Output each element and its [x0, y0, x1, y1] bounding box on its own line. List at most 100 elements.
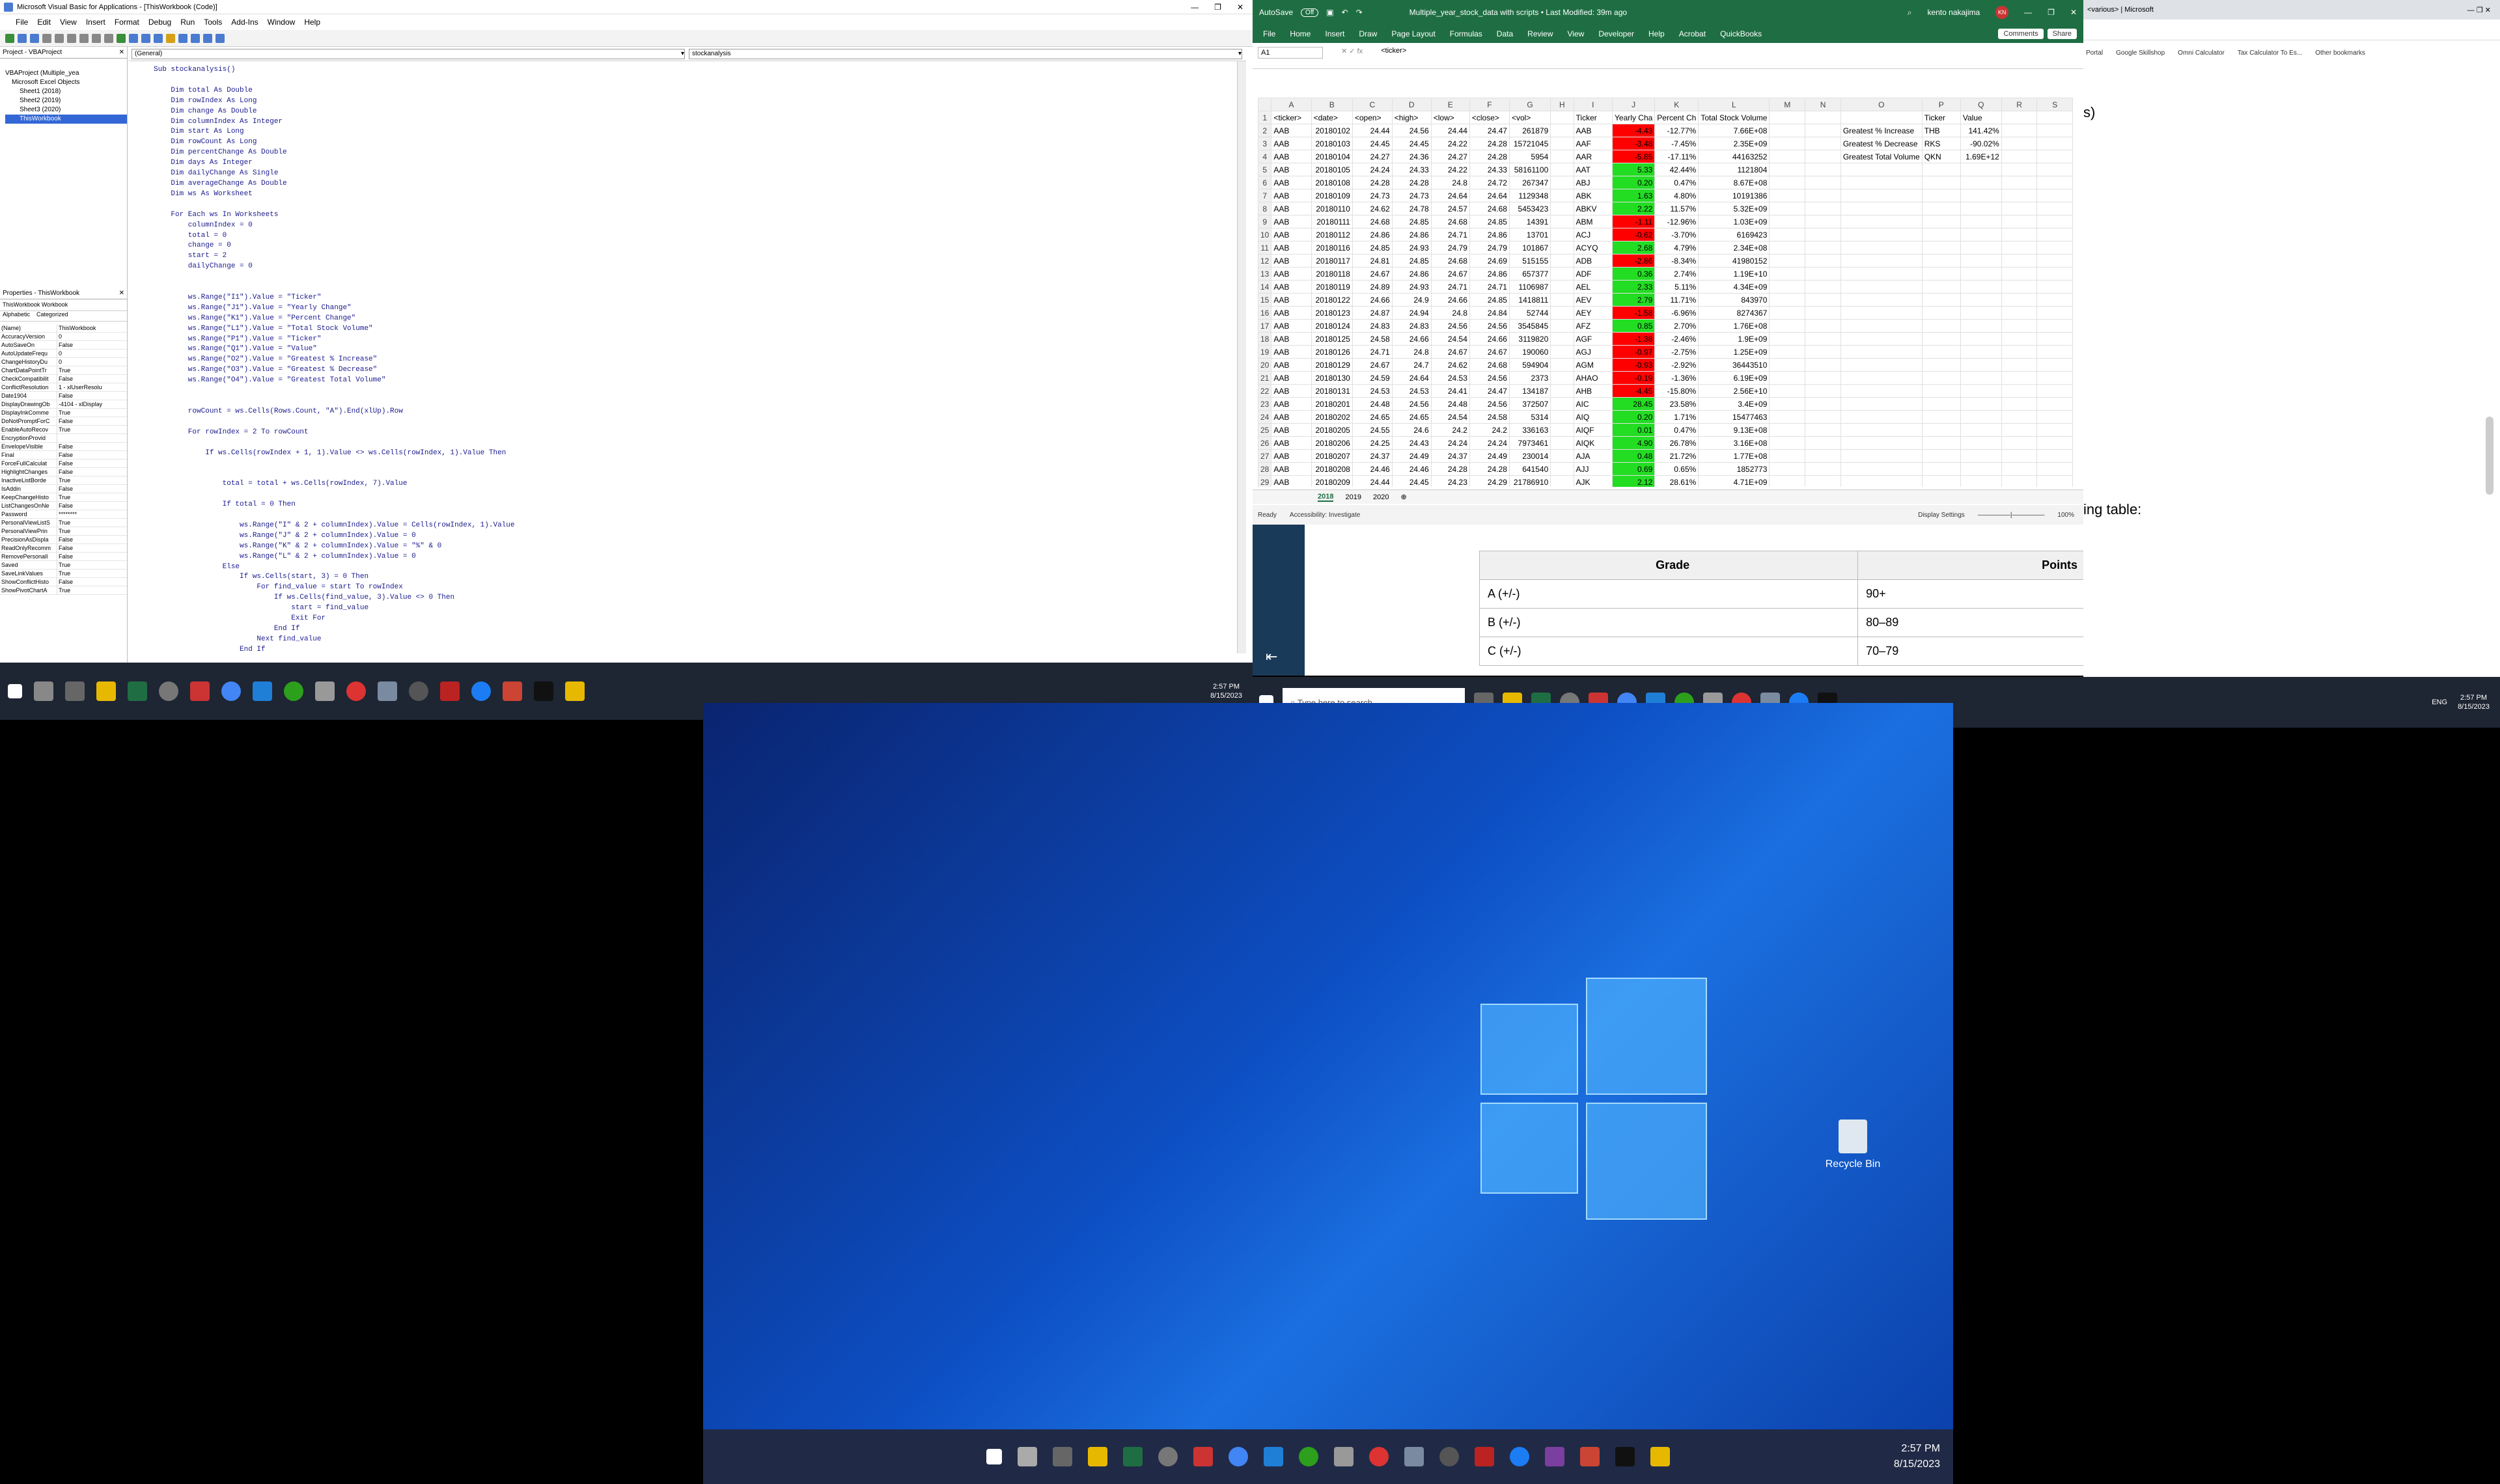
- cell[interactable]: 24.86: [1352, 228, 1393, 241]
- cell[interactable]: 24.47: [1469, 124, 1510, 137]
- cell[interactable]: 1852773: [1698, 462, 1770, 476]
- cell[interactable]: AJJ: [1573, 462, 1613, 476]
- column-header[interactable]: L: [1698, 98, 1770, 111]
- cell[interactable]: 3119820: [1508, 332, 1551, 346]
- cell[interactable]: [2036, 163, 2073, 176]
- cell[interactable]: [1550, 280, 1574, 294]
- column-header[interactable]: F: [1469, 98, 1510, 111]
- cell[interactable]: 24.28: [1469, 137, 1510, 150]
- cell[interactable]: [2036, 228, 2073, 241]
- property-row[interactable]: CheckCompatibilit False: [0, 375, 127, 383]
- cell[interactable]: [1921, 176, 1961, 189]
- cell[interactable]: [1921, 215, 1961, 228]
- cell[interactable]: 24.71: [1352, 345, 1393, 359]
- cell[interactable]: AIC: [1573, 397, 1613, 411]
- cell[interactable]: 24.24: [1430, 436, 1470, 450]
- cell[interactable]: [1805, 163, 1841, 176]
- cell[interactable]: AAB: [1271, 332, 1312, 346]
- cell[interactable]: 24.64: [1430, 189, 1470, 202]
- cell[interactable]: 24.67: [1469, 345, 1510, 359]
- cell[interactable]: -0.62: [1612, 228, 1656, 241]
- cell[interactable]: 24.56: [1430, 319, 1470, 333]
- cell[interactable]: Yearly Cha: [1612, 111, 1656, 124]
- cell[interactable]: AAB: [1271, 358, 1312, 372]
- browser-scrollbar[interactable]: [2486, 417, 2493, 495]
- cell[interactable]: 44163252: [1698, 150, 1770, 163]
- cell[interactable]: AJK: [1573, 475, 1613, 487]
- cell[interactable]: AAB: [1271, 397, 1312, 411]
- cell[interactable]: 515155: [1508, 254, 1551, 268]
- cell[interactable]: [2001, 319, 2038, 333]
- app-icon[interactable]: [315, 681, 335, 701]
- cell[interactable]: -2.86: [1612, 254, 1656, 268]
- row-number[interactable]: 10: [1258, 228, 1272, 241]
- cell[interactable]: AAB: [1271, 150, 1312, 163]
- cell[interactable]: [1550, 371, 1574, 385]
- cell[interactable]: [1769, 397, 1806, 411]
- cell[interactable]: [1805, 241, 1841, 254]
- cell[interactable]: [1805, 449, 1841, 463]
- cell[interactable]: ABKV: [1573, 202, 1613, 215]
- fx-icon[interactable]: ✕ ✓ fx: [1341, 47, 1363, 55]
- cell[interactable]: [2036, 280, 2073, 294]
- cell[interactable]: [1769, 137, 1806, 150]
- property-row[interactable]: ListChangesOnNe False: [0, 502, 127, 510]
- cell[interactable]: [1840, 371, 1923, 385]
- row-number[interactable]: 6: [1258, 176, 1272, 189]
- cell[interactable]: [1769, 332, 1806, 346]
- search-icon[interactable]: ⌕: [1908, 8, 1912, 18]
- cell[interactable]: 0.85: [1612, 319, 1656, 333]
- chrome-profile-icon[interactable]: [1369, 1447, 1389, 1466]
- cell[interactable]: [1840, 306, 1923, 320]
- cell[interactable]: 0.20: [1612, 410, 1656, 424]
- cell[interactable]: [1769, 293, 1806, 307]
- recycle-bin[interactable]: Recycle Bin: [1820, 1120, 1885, 1170]
- cell[interactable]: [1550, 293, 1574, 307]
- cell[interactable]: [1960, 228, 2002, 241]
- terminal-icon[interactable]: [534, 681, 553, 701]
- cell[interactable]: [1805, 345, 1841, 359]
- cell[interactable]: [1840, 280, 1923, 294]
- cell[interactable]: 24.94: [1391, 306, 1432, 320]
- cell[interactable]: -1.38: [1612, 332, 1656, 346]
- column-header[interactable]: H: [1550, 98, 1574, 111]
- cell[interactable]: 24.73: [1391, 189, 1432, 202]
- close-icon[interactable]: ✕: [1237, 3, 1243, 12]
- cell[interactable]: AIQF: [1573, 423, 1613, 437]
- cell[interactable]: 21786910: [1508, 475, 1551, 487]
- row-number[interactable]: 15: [1258, 293, 1272, 307]
- cell[interactable]: 24.22: [1430, 163, 1470, 176]
- cell[interactable]: AAB: [1271, 345, 1312, 359]
- cell[interactable]: 24.86: [1391, 228, 1432, 241]
- reset-icon[interactable]: [141, 33, 150, 43]
- help-icon[interactable]: [215, 33, 225, 43]
- cell[interactable]: AHB: [1573, 384, 1613, 398]
- cell[interactable]: [1805, 384, 1841, 398]
- property-value[interactable]: False: [57, 485, 73, 493]
- task-view-icon[interactable]: [65, 681, 85, 701]
- property-row[interactable]: EncryptionProvid: [0, 434, 127, 443]
- cell[interactable]: [2001, 215, 2038, 228]
- cell[interactable]: 20180202: [1311, 410, 1353, 424]
- cell[interactable]: AAB: [1271, 176, 1312, 189]
- vbe-menu-item[interactable]: File: [16, 18, 28, 27]
- zoom-icon[interactable]: [471, 681, 491, 701]
- redo-icon[interactable]: ↷: [1356, 8, 1363, 17]
- quickbooks-icon[interactable]: [1299, 1447, 1318, 1466]
- cell[interactable]: 843970: [1698, 293, 1770, 307]
- cell[interactable]: [2036, 397, 2073, 411]
- cell[interactable]: [1960, 436, 2002, 450]
- cell[interactable]: 24.37: [1352, 449, 1393, 463]
- cell[interactable]: [2001, 293, 2038, 307]
- bookmark-item[interactable]: Other bookmarks: [2315, 49, 2365, 57]
- bookmark-item[interactable]: Portal: [2086, 49, 2103, 57]
- cell[interactable]: [1805, 254, 1841, 268]
- cell[interactable]: [1805, 371, 1841, 385]
- desktop-clock[interactable]: 2:57 PM 8/15/2023: [1894, 1441, 1940, 1472]
- cell[interactable]: [1921, 241, 1961, 254]
- cell[interactable]: [1550, 306, 1574, 320]
- cell[interactable]: [2036, 410, 2073, 424]
- cell[interactable]: -2.92%: [1654, 358, 1699, 372]
- cell[interactable]: AAB: [1573, 124, 1613, 137]
- row-number[interactable]: 23: [1258, 397, 1272, 411]
